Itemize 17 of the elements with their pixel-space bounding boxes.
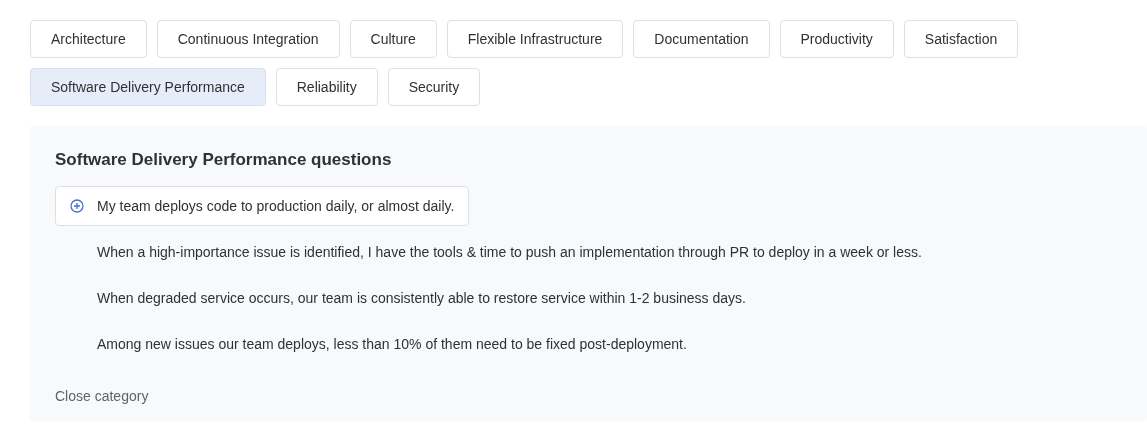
question-item[interactable]: When a high-importance issue is identified, I have the tools & time to push an implementation through PR to deploy in a week or less.: [55, 232, 937, 272]
category-tab[interactable]: Productivity: [779, 20, 894, 58]
question-item[interactable]: When degraded service occurs, our team is consistently able to restore service within 1-2 business days.: [55, 278, 761, 318]
panel-title: Software Delivery Performance questions: [55, 150, 393, 170]
category-tab[interactable]: Culture: [349, 20, 437, 58]
category-tab[interactable]: Architecture: [30, 20, 147, 58]
add-icon: [70, 199, 84, 213]
close-category-link[interactable]: Close category: [55, 388, 149, 404]
category-tab[interactable]: Documentation: [633, 20, 770, 58]
category-tab[interactable]: Reliability: [275, 68, 378, 106]
question-item[interactable]: My team deploys code to production daily, or almost daily.: [55, 186, 470, 226]
category-tab[interactable]: Security: [387, 68, 481, 106]
category-tab[interactable]: Continuous Integration: [156, 20, 340, 58]
question-item[interactable]: Among new issues our team deploys, less than 10% of them need to be fixed post-deployment.: [55, 324, 702, 364]
category-tab[interactable]: Satisfaction: [903, 20, 1019, 58]
category-tab[interactable]: Flexible Infrastructure: [446, 20, 624, 58]
category-tab[interactable]: Software Delivery Performance: [30, 68, 266, 106]
